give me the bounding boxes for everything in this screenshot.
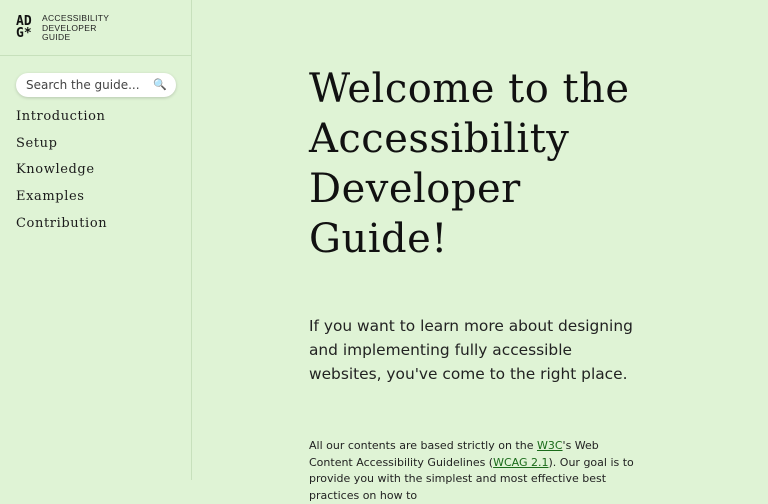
nav-item-knowledge[interactable]: Knowledge	[16, 161, 107, 188]
site-name[interactable]: ACCESSIBILITY DEVELOPER GUIDE	[42, 13, 109, 43]
nav-item-introduction[interactable]: Introduction	[16, 108, 107, 135]
logo[interactable]: AD G*	[16, 15, 40, 41]
sidebar: AD G* ACCESSIBILITY DEVELOPER GUIDE 🔍 In…	[0, 0, 192, 480]
search-input[interactable]	[26, 77, 154, 93]
nav-item-contribution[interactable]: Contribution	[16, 215, 107, 242]
wcag-link[interactable]: WCAG 2.1	[493, 456, 548, 469]
logo-line-2: G*	[16, 26, 32, 41]
lead-paragraph: If you want to learn more about designin…	[309, 317, 633, 383]
intro-text-start: All our contents are based strictly on t…	[309, 439, 537, 452]
w3c-link[interactable]: W3C	[537, 439, 563, 452]
search-icon[interactable]: 🔍	[153, 77, 167, 93]
brand-header[interactable]: AD G* ACCESSIBILITY DEVELOPER GUIDE	[0, 0, 191, 56]
nav-item-examples[interactable]: Examples	[16, 188, 107, 215]
page-title: Welcome to the Accessibility Developer G…	[309, 66, 630, 262]
intro-paragraph: All our contents are based strictly on t…	[309, 438, 641, 504]
site-name-line-3: GUIDE	[42, 32, 71, 42]
nav-item-setup[interactable]: Setup	[16, 135, 107, 162]
main-navigation: Introduction Setup Knowledge Examples Co…	[16, 108, 107, 241]
search-box[interactable]: 🔍	[16, 73, 176, 97]
